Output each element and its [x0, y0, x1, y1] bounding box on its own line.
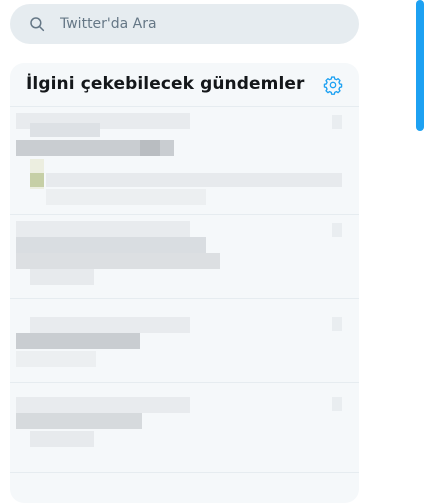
trend-category-blurred: [16, 221, 190, 237]
trend-title-blurred: [140, 140, 160, 156]
trend-category-blurred: [30, 123, 100, 137]
trend-category-blurred: [16, 397, 190, 413]
trend-meta-blurred: [30, 431, 94, 447]
scrollbar-thumb[interactable]: [416, 0, 424, 131]
trend-meta-blurred: [30, 269, 94, 285]
trend-meta-blurred: [16, 351, 96, 367]
trend-meta-blurred: [46, 173, 342, 187]
trend-title-blurred: [16, 237, 206, 253]
trends-panel-title: İlgini çekebilecek gündemler: [26, 74, 305, 94]
trend-title-blurred: [16, 333, 140, 349]
trend-item[interactable]: [10, 215, 359, 299]
trends-panel: İlgini çekebilecek gündemler: [10, 63, 359, 503]
gear-icon[interactable]: [323, 75, 343, 95]
search-icon: [30, 17, 45, 32]
trend-more-icon[interactable]: [332, 223, 342, 237]
trend-more-icon[interactable]: [332, 115, 342, 129]
trend-meta-blurred: [46, 189, 206, 205]
trends-panel-header: İlgini çekebilecek gündemler: [10, 63, 359, 107]
trend-more-icon[interactable]: [332, 317, 342, 331]
trend-item[interactable]: [10, 383, 359, 473]
trend-thumbnail-blurred: [30, 173, 44, 187]
trend-category-blurred: [30, 317, 190, 333]
trend-title-blurred: [16, 253, 220, 269]
trend-title-blurred: [16, 413, 142, 429]
trend-item[interactable]: [10, 107, 359, 215]
search-box[interactable]: [10, 4, 359, 44]
search-input[interactable]: [60, 4, 350, 44]
trend-more-icon[interactable]: [332, 397, 342, 411]
trend-item[interactable]: [10, 299, 359, 383]
